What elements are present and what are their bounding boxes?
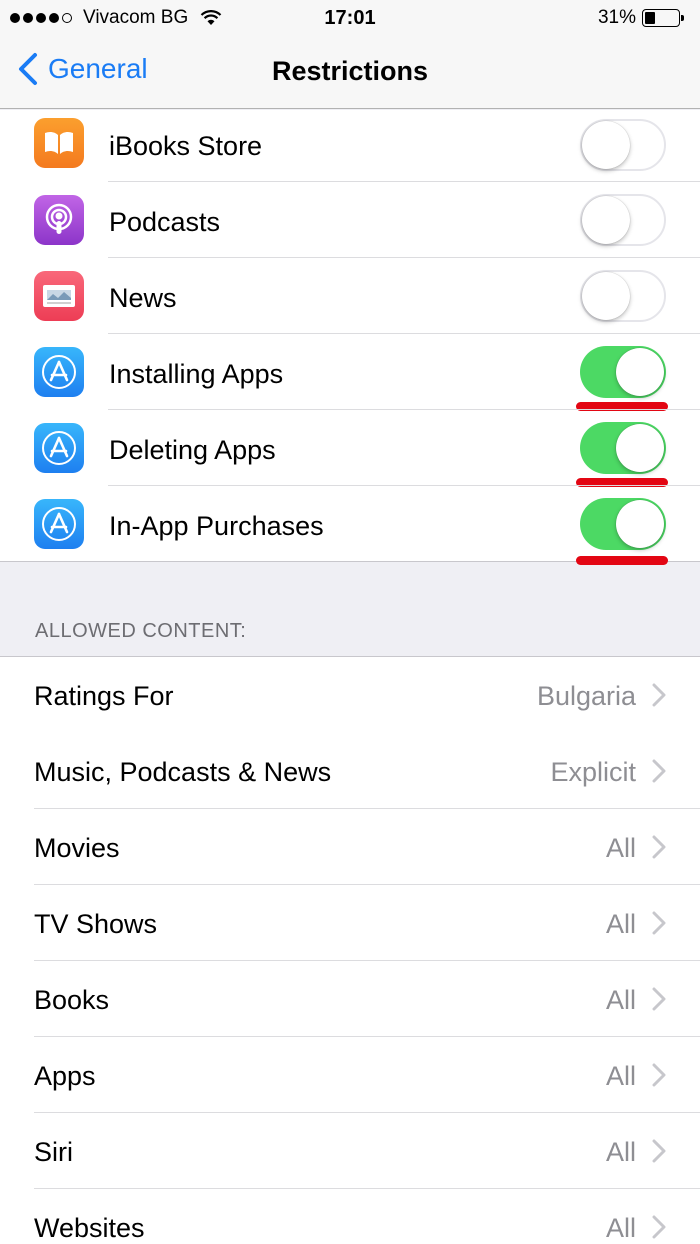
chevron-right-icon [652,911,666,935]
clock: 17:01 [324,7,376,29]
in-app-purchases-toggle[interactable] [580,498,666,550]
list-item-label: News [109,283,177,313]
restrictions-toggle-list: iBooks Store Podcasts News Installing Ap… [0,110,700,565]
news-toggle[interactable] [580,270,666,322]
list-item-label: Apps [34,1061,96,1091]
battery-percent: 31% [597,7,636,28]
list-item-label: iBooks Store [109,131,263,161]
movies-row[interactable]: Movies All [0,809,700,885]
chevron-right-icon [652,1215,666,1239]
chevron-right-icon [652,835,666,859]
section-header: ALLOWED CONTENT: [35,620,247,642]
app-store-icon [34,499,84,549]
list-item-label: Installing Apps [109,359,284,389]
ibooks-store-toggle[interactable] [580,119,666,171]
navigation-bar: General Restrictions [0,38,700,109]
chevron-right-icon [652,1063,666,1087]
list-item-label: Movies [34,833,120,863]
list-item: Podcasts [0,182,700,258]
books-row[interactable]: Books All [0,961,700,1037]
status-right: 31% [597,7,684,29]
list-item-label: Podcasts [109,207,221,237]
list-item: Deleting Apps [0,410,700,487]
list-item-value: Explicit [550,757,636,787]
list-item-value: All [605,1213,636,1243]
podcasts-icon [34,195,84,245]
list-item-value: All [605,909,636,939]
chevron-right-icon [652,759,666,783]
battery-icon [642,9,684,27]
apps-row[interactable]: Apps All [0,1037,700,1113]
tv-shows-row[interactable]: TV Shows All [0,885,700,961]
allowed-content-list: Ratings For Bulgaria Music, Podcasts & N… [0,656,700,1244]
list-item-label: Deleting Apps [109,435,276,465]
music-podcasts-news-row[interactable]: Music, Podcasts & News Explicit [0,733,700,809]
deleting-apps-toggle[interactable] [580,422,666,474]
list-item: iBooks Store [0,110,700,182]
status-bar: Vivacom BG 17:01 31% [0,0,700,38]
list-item-value: All [605,985,636,1015]
list-item-value: All [605,833,636,863]
list-item: News [0,258,700,334]
list-item-label: Ratings For [34,681,174,711]
list-item: In-App Purchases [0,486,700,565]
websites-row[interactable]: Websites All [0,1189,700,1244]
list-item: Installing Apps [0,334,700,411]
app-store-icon [34,423,84,473]
list-item-label: TV Shows [34,909,158,939]
news-icon [34,271,84,321]
ratings-for-row[interactable]: Ratings For Bulgaria [0,657,700,733]
siri-row[interactable]: Siri All [0,1113,700,1189]
list-item-value: All [605,1137,636,1167]
installing-apps-toggle[interactable] [580,346,666,398]
list-item-value: All [605,1061,636,1091]
app-store-icon [34,347,84,397]
list-item-label: In-App Purchases [109,511,324,541]
list-item-label: Books [34,985,110,1015]
podcasts-toggle[interactable] [580,194,666,246]
list-item-label: Siri [34,1137,73,1167]
ibooks-store-icon [34,118,84,168]
list-item-label: Music, Podcasts & News [34,757,332,787]
chevron-right-icon [652,1139,666,1163]
red-highlight-mark [576,556,668,565]
list-item-label: Websites [34,1213,145,1243]
chevron-right-icon [652,683,666,707]
chevron-right-icon [652,987,666,1011]
page-title: Restrictions [271,56,429,86]
list-item-value: Bulgaria [536,681,636,711]
